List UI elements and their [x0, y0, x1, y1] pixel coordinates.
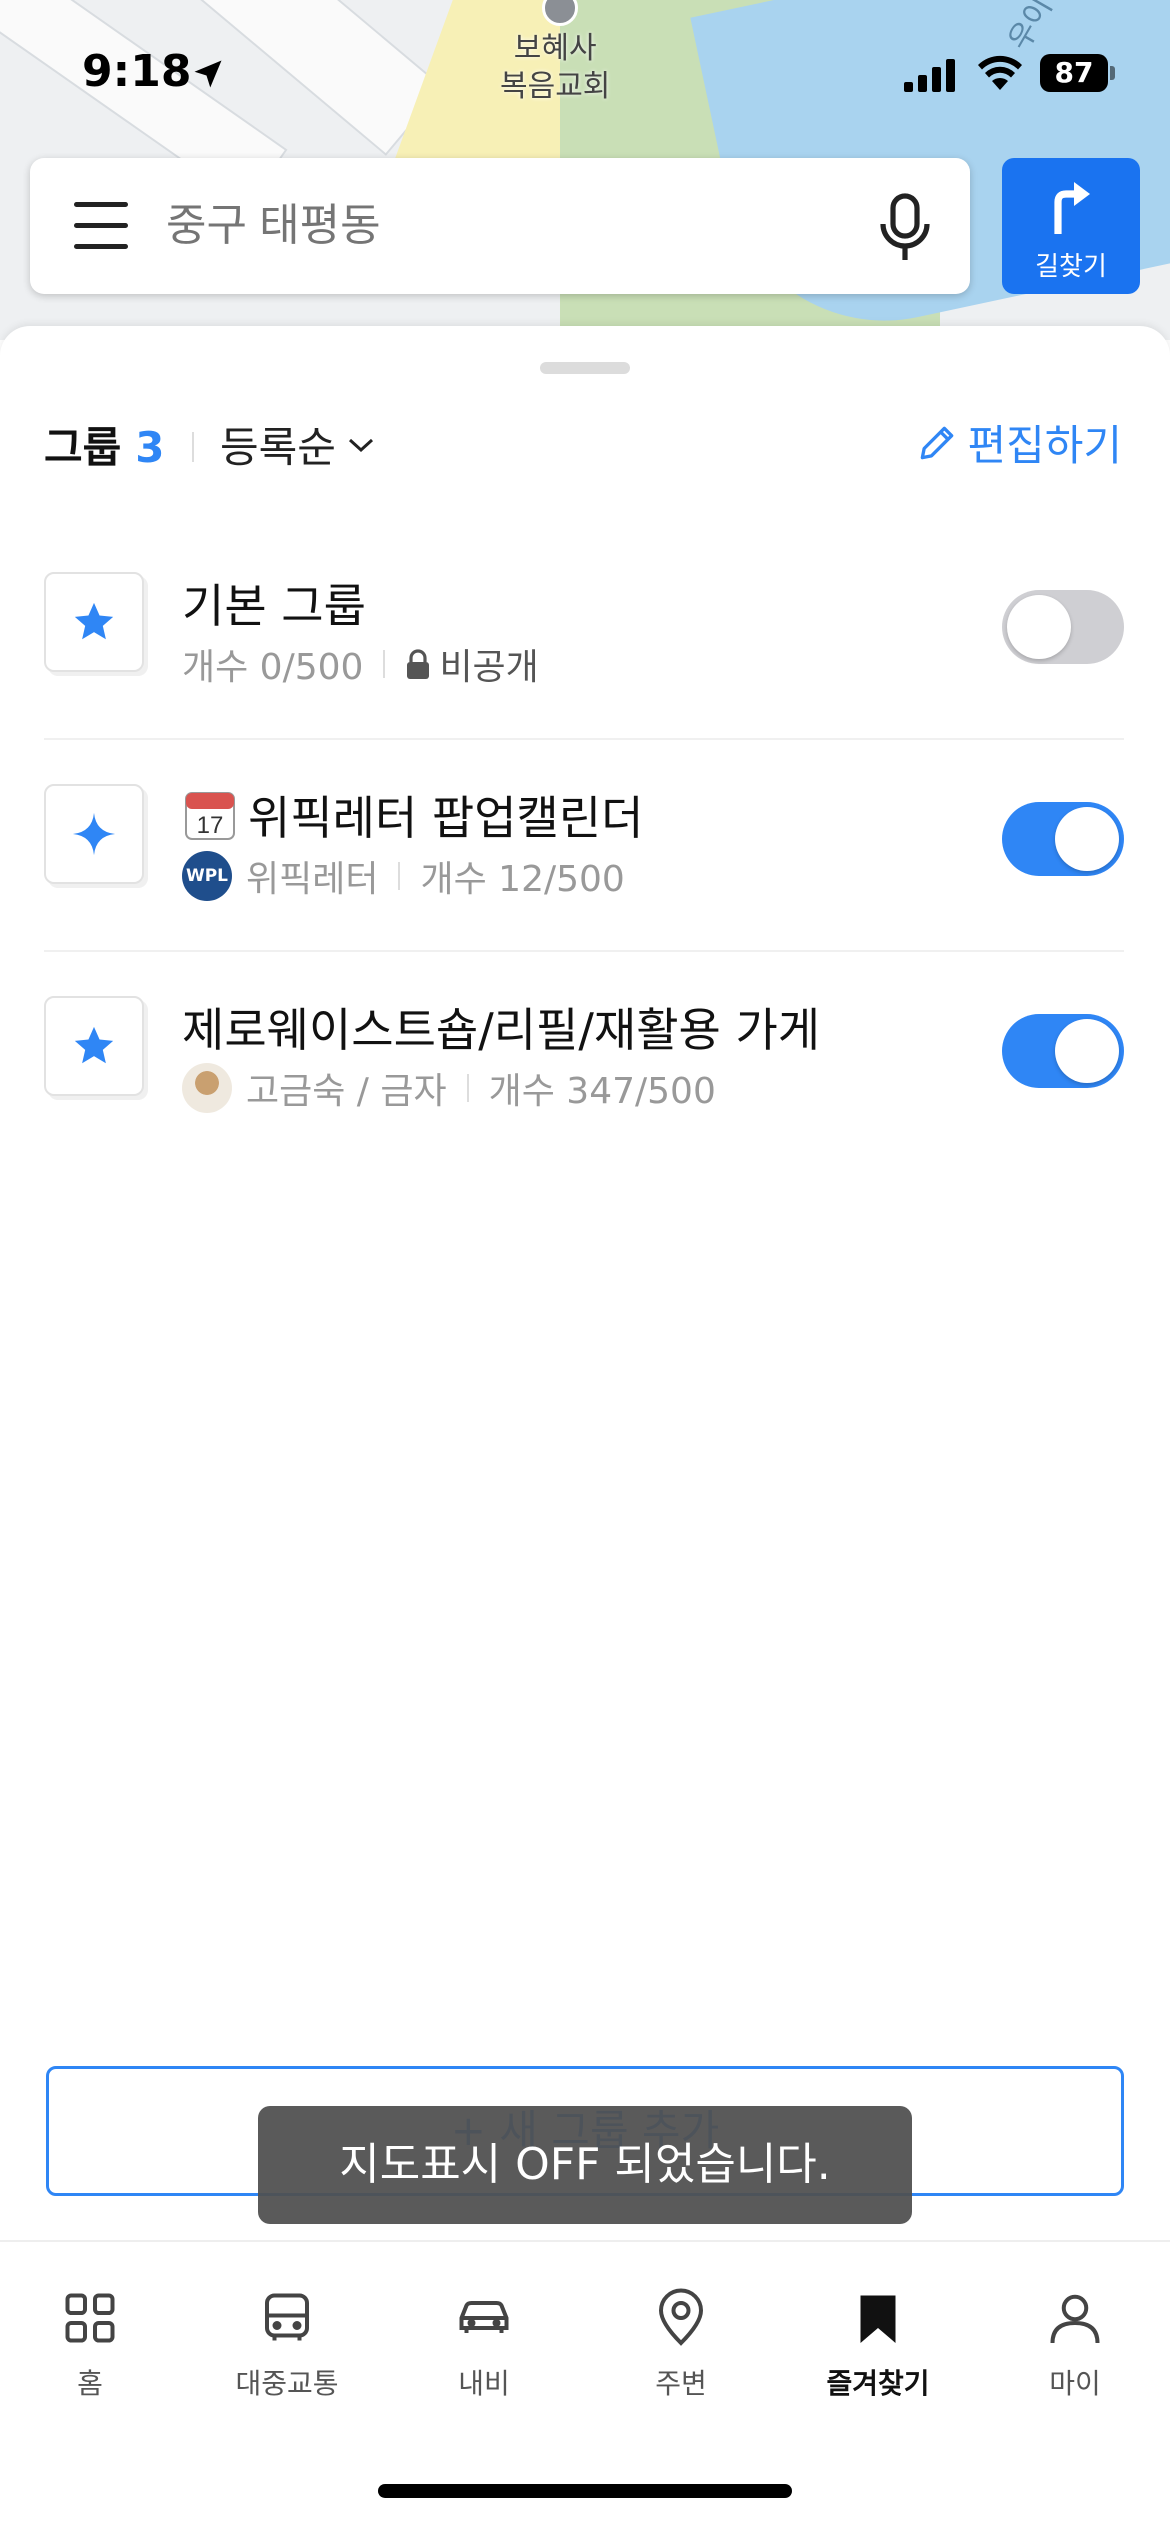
star-icon: [74, 602, 114, 640]
map-display-toggle[interactable]: [1002, 590, 1124, 664]
home-indicator[interactable]: [378, 2484, 792, 2498]
wifi-icon: [978, 55, 1022, 90]
tab-transit[interactable]: 대중교통: [207, 2288, 367, 2402]
turn-right-arrow-icon: [1054, 182, 1090, 234]
search-input[interactable]: [166, 158, 766, 294]
car-icon: [459, 2301, 509, 2333]
group-item-zerowaste[interactable]: 제로웨이스트숍/리필/재활용 가게 고금숙 / 금자 개수 347/500: [44, 952, 1124, 1164]
group-title-wrap: 17 위픽레터 팝업캘린더: [182, 782, 644, 848]
group-meta: 개수 0/500 비공개: [182, 638, 539, 690]
hamburger-menu-icon[interactable]: [74, 202, 130, 250]
map-display-toggle[interactable]: [1002, 1014, 1124, 1088]
search-bar[interactable]: [30, 158, 970, 294]
map-display-toggle[interactable]: [1002, 802, 1124, 876]
group-label: 그룹: [44, 423, 122, 472]
group-thumbnail: [44, 996, 144, 1096]
tab-navi[interactable]: 내비: [404, 2288, 564, 2402]
owner-avatar: [182, 1063, 232, 1113]
group-item-count: 개수 0/500: [182, 647, 364, 688]
group-item-count: 개수 347/500: [488, 1071, 716, 1112]
lock-icon: [407, 649, 430, 679]
edit-button[interactable]: 편집하기: [915, 412, 1122, 473]
sort-label: 등록순: [220, 423, 336, 472]
directions-label: 길찾기: [1035, 252, 1107, 282]
group-item-wpl[interactable]: 17 위픽레터 팝업캘린더 WPL 위픽레터 개수 12/500: [44, 740, 1124, 952]
bus-icon: [265, 2293, 309, 2341]
battery-indicator: 87: [1040, 54, 1108, 92]
tab-my[interactable]: 마이: [995, 2288, 1155, 2402]
group-thumbnail: [44, 784, 144, 884]
group-meta: 고금숙 / 금자 개수 347/500: [182, 1062, 716, 1114]
calendar-emoji-icon: 17: [185, 792, 235, 840]
edit-label: 편집하기: [967, 421, 1122, 470]
tab-home[interactable]: 홈: [10, 2288, 170, 2402]
pencil-icon: [921, 426, 954, 459]
header-divider: [192, 432, 194, 462]
tab-label: 대중교통: [235, 2367, 339, 2400]
group-title: 제로웨이스트숍/리필/재활용 가게: [182, 1003, 821, 1057]
sort-dropdown[interactable]: 등록순: [220, 414, 374, 475]
group-item-count: 개수 12/500: [420, 859, 625, 900]
toast-message: 지도표시 OFF 되었습니다.: [258, 2106, 912, 2224]
directions-button[interactable]: 길찾기: [1002, 158, 1140, 294]
group-count: 3: [135, 423, 165, 472]
grid-icon: [65, 2293, 115, 2343]
group-item-default[interactable]: 기본 그룹 개수 0/500 비공개: [44, 528, 1124, 740]
group-owner: 위픽레터: [246, 859, 379, 900]
pin-icon: [658, 2288, 704, 2346]
group-title: 위픽레터 팝업캘린더: [248, 791, 644, 845]
owner-avatar: WPL: [182, 851, 232, 901]
sheet-drag-handle[interactable]: [540, 362, 630, 374]
status-bar: 9:18 87: [0, 0, 1170, 150]
sparkle-icon: [72, 812, 116, 856]
location-arrow-icon: [194, 60, 222, 88]
battery-tip: [1110, 66, 1115, 80]
chevron-down-icon: [348, 438, 373, 452]
microphone-icon[interactable]: [875, 192, 935, 264]
tab-label: 주변: [655, 2367, 707, 2400]
star-icon: [74, 1026, 114, 1064]
person-icon: [1050, 2294, 1100, 2344]
tab-nearby[interactable]: 주변: [601, 2288, 761, 2402]
group-privacy: 비공개: [439, 647, 539, 688]
cellular-signal-icon: [904, 59, 955, 92]
svg-text:17: 17: [197, 812, 224, 839]
group-meta: WPL 위픽레터 개수 12/500: [182, 850, 625, 902]
bookmark-icon: [860, 2295, 896, 2343]
status-time: 9:18: [82, 46, 192, 97]
group-thumbnail: [44, 572, 144, 672]
tab-label: 내비: [458, 2367, 510, 2400]
tab-label: 마이: [1049, 2367, 1101, 2400]
group-count-header: 그룹 3: [44, 414, 165, 475]
group-title: 기본 그룹: [182, 579, 366, 633]
tab-label: 즐겨찾기: [826, 2367, 930, 2400]
tab-label: 홈: [77, 2367, 103, 2400]
group-owner: 고금숙 / 금자: [246, 1071, 447, 1112]
tab-favorites[interactable]: 즐겨찾기: [798, 2288, 958, 2402]
